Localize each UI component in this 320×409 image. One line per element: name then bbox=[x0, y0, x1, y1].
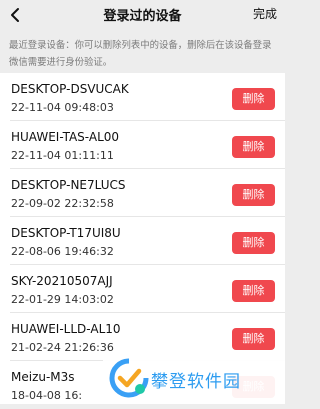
delete-button[interactable]: 删除 bbox=[232, 184, 275, 206]
device-name: DESKTOP-T17UI8U bbox=[11, 226, 121, 240]
device-row: DESKTOP-NE7LUCS 22-09-02 22:32:58 删除 bbox=[0, 169, 285, 217]
delete-button[interactable]: 删除 bbox=[232, 328, 275, 350]
checkmark-logo-icon bbox=[109, 358, 149, 398]
delete-button[interactable]: 删除 bbox=[232, 136, 275, 158]
device-login-time: 18-04-08 16: bbox=[11, 389, 83, 402]
device-row: DESKTOP-T17UI8U 22-08-06 19:46:32 删除 bbox=[0, 217, 285, 265]
device-name: DESKTOP-DSVUCAK bbox=[11, 82, 129, 96]
delete-button[interactable]: 删除 bbox=[232, 232, 275, 254]
device-login-time: 22-11-04 09:48:03 bbox=[11, 101, 114, 114]
device-row: HUAWEI-TAS-AL00 22-11-04 01:11:11 删除 bbox=[0, 121, 285, 169]
device-login-time: 22-08-06 19:46:32 bbox=[11, 245, 114, 258]
device-name: DESKTOP-NE7LUCS bbox=[11, 178, 126, 192]
page-title: 登录过的设备 bbox=[103, 9, 182, 24]
nav-bar: 登录过的设备 完成 bbox=[0, 0, 285, 30]
device-row: SKY-20210507AJJ 22-01-29 14:03:02 删除 bbox=[0, 265, 285, 313]
device-login-time: 22-01-29 14:03:02 bbox=[11, 293, 114, 306]
watermark-text: 攀登软件园 bbox=[151, 372, 241, 392]
device-name: HUAWEI-LLD-AL10 bbox=[11, 322, 121, 336]
notice-text: 最近登录设备：你可以删除列表中的设备，删除后在该设备登录微信需要进行身份验证。 bbox=[9, 40, 272, 68]
device-name: HUAWEI-TAS-AL00 bbox=[11, 130, 120, 144]
device-row: DESKTOP-DSVUCAK 22-11-04 09:48:03 删除 bbox=[0, 73, 285, 121]
device-login-time: 21-02-24 21:26:36 bbox=[11, 341, 114, 354]
device-login-time: 22-11-04 01:11:11 bbox=[11, 149, 114, 162]
device-name: Meizu-M3s bbox=[11, 370, 75, 384]
delete-button[interactable]: 删除 bbox=[232, 88, 275, 110]
done-button[interactable]: 完成 bbox=[253, 5, 277, 22]
device-login-time: 22-09-02 22:32:58 bbox=[11, 197, 114, 210]
watermark: 攀登软件园 bbox=[103, 354, 285, 404]
delete-button[interactable]: 删除 bbox=[232, 280, 275, 302]
device-name: SKY-20210507AJJ bbox=[11, 274, 113, 288]
